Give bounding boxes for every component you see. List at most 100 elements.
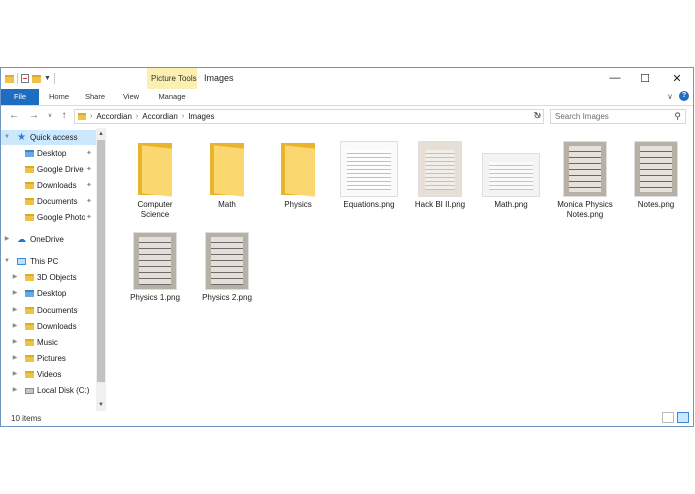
- nav-music[interactable]: ▶ Music: [1, 335, 96, 350]
- breadcrumb-accordian-2[interactable]: Accordian: [142, 112, 178, 121]
- window-title: Images: [204, 73, 234, 83]
- item-name: Physics 1.png: [130, 293, 180, 302]
- address-bar[interactable]: › Accordian › Accordian › Images ∨: [74, 109, 544, 124]
- scroll-down-icon[interactable]: ▼: [97, 400, 105, 410]
- folder-icon: [25, 198, 34, 205]
- item-name: Notes.png: [637, 200, 675, 209]
- customize-toolbar-icon[interactable]: ▼: [44, 75, 51, 82]
- nav-google-drive[interactable]: Google Drive ✦: [1, 162, 96, 177]
- nav-google-photos[interactable]: Google Photos ✦: [1, 210, 96, 225]
- item-name: Computer Science: [137, 200, 173, 219]
- contextual-tab-label: Picture Tools: [151, 74, 197, 83]
- item-name: Equations.png: [343, 200, 395, 209]
- chevron-right-icon: ›: [181, 113, 185, 120]
- item-count: 10 items: [11, 414, 42, 423]
- folder-icon: [25, 214, 34, 221]
- nav-desktop-pinned[interactable]: Desktop ✦: [1, 146, 96, 161]
- chevron-right-icon[interactable]: ▶: [11, 270, 19, 285]
- file-list: Computer Science Math Physics Equations.…: [108, 128, 693, 411]
- nav-downloads-pinned[interactable]: Downloads ✦: [1, 178, 96, 193]
- search-placeholder: Search Images: [555, 112, 609, 121]
- large-icons-view-icon[interactable]: [677, 412, 689, 423]
- new-folder-icon[interactable]: [32, 74, 41, 83]
- maximize-button[interactable]: ☐: [629, 68, 661, 88]
- folder-item[interactable]: Math: [197, 141, 257, 210]
- item-name: Math: [218, 200, 236, 209]
- forward-button[interactable]: →: [27, 109, 41, 123]
- folder-icon: [279, 141, 317, 197]
- chevron-right-icon: ›: [135, 113, 139, 120]
- nav-pictures[interactable]: ▶ Pictures: [1, 351, 96, 366]
- chevron-down-icon[interactable]: ▼: [3, 130, 11, 145]
- chevron-right-icon[interactable]: ▶: [11, 335, 19, 350]
- scroll-up-icon[interactable]: ▲: [97, 129, 105, 139]
- image-thumbnail: [482, 153, 540, 197]
- chevron-right-icon[interactable]: ▶: [11, 367, 19, 382]
- collapse-ribbon-icon[interactable]: ∨: [667, 92, 673, 101]
- chevron-down-icon[interactable]: ▼: [3, 254, 11, 269]
- chevron-right-icon[interactable]: ▶: [11, 286, 19, 301]
- search-input[interactable]: Search Images ⚲: [550, 109, 686, 124]
- nav-documents[interactable]: ▶ Documents: [1, 303, 96, 318]
- pin-icon: ✦: [86, 150, 92, 157]
- chevron-right-icon[interactable]: ▶: [11, 383, 19, 398]
- cloud-icon: ☁: [17, 234, 26, 244]
- image-item[interactable]: Equations.png: [339, 141, 399, 210]
- quick-access-toolbar: ▼: [5, 72, 55, 85]
- image-item[interactable]: Physics 1.png: [125, 232, 185, 303]
- chevron-right-icon[interactable]: ▶: [11, 319, 19, 334]
- folder-icon: [25, 166, 34, 173]
- chevron-right-icon[interactable]: ▶: [11, 303, 19, 318]
- folder-icon: [136, 141, 174, 197]
- help-icon[interactable]: ?: [679, 91, 689, 101]
- breadcrumb-images[interactable]: Images: [188, 112, 214, 121]
- item-name: Hack BI II.png: [414, 200, 466, 209]
- breadcrumb-accordian-1[interactable]: Accordian: [96, 112, 132, 121]
- up-button[interactable]: ↑: [57, 109, 71, 123]
- folder-item[interactable]: Computer Science: [125, 141, 185, 220]
- properties-icon[interactable]: [21, 74, 29, 83]
- navigation-pane: ▼ ★ Quick access Desktop ✦ Google Drive …: [1, 128, 107, 411]
- tab-file[interactable]: File: [1, 89, 39, 105]
- image-item[interactable]: Physics 2.png: [197, 232, 257, 303]
- nav-desktop[interactable]: ▶ Desktop: [1, 286, 96, 301]
- image-item[interactable]: Monica Physics Notes.png: [555, 141, 615, 220]
- nav-downloads[interactable]: ▶ Downloads: [1, 319, 96, 334]
- nav-quick-access[interactable]: ▼ ★ Quick access: [1, 130, 96, 145]
- chevron-right-icon[interactable]: ▶: [11, 351, 19, 366]
- item-name: Monica Physics Notes.png: [557, 200, 613, 219]
- folder-icon: [25, 274, 34, 281]
- nav-videos[interactable]: ▶ Videos: [1, 367, 96, 382]
- recent-locations-button[interactable]: ∨: [43, 109, 57, 123]
- nav-scrollbar-thumb[interactable]: [97, 140, 105, 382]
- item-name: Physics 2.png: [202, 293, 252, 302]
- tab-manage[interactable]: Manage: [151, 89, 193, 105]
- close-button[interactable]: ✕: [661, 68, 693, 88]
- item-name: Math.png: [494, 200, 528, 209]
- back-button[interactable]: ←: [7, 109, 21, 123]
- tab-view[interactable]: View: [117, 89, 145, 105]
- image-thumbnail: [133, 232, 177, 290]
- image-item[interactable]: Notes.png: [626, 141, 686, 210]
- nav-documents-pinned[interactable]: Documents ✦: [1, 194, 96, 209]
- folder-icon: [78, 113, 86, 120]
- blue-folder-icon: [25, 150, 34, 157]
- nav-onedrive[interactable]: ▶ ☁ OneDrive: [1, 232, 96, 247]
- nav-local-disk[interactable]: ▶ Local Disk (C:): [1, 383, 96, 398]
- refresh-button[interactable]: ↻: [531, 109, 544, 124]
- details-view-icon[interactable]: [662, 412, 674, 423]
- folder-item[interactable]: Physics: [268, 141, 328, 210]
- image-item[interactable]: Hack BI II.png: [410, 141, 470, 210]
- tab-share[interactable]: Share: [81, 89, 109, 105]
- image-item[interactable]: Math.png: [481, 141, 541, 210]
- nav-this-pc[interactable]: ▼ This PC: [1, 254, 96, 269]
- image-thumbnail: [563, 141, 607, 197]
- tab-home[interactable]: Home: [45, 89, 73, 105]
- pin-icon: ✦: [86, 214, 92, 221]
- folder-icon: [25, 371, 34, 378]
- chevron-right-icon[interactable]: ▶: [3, 232, 11, 247]
- search-icon[interactable]: ⚲: [674, 110, 681, 123]
- nav-3d-objects[interactable]: ▶ 3D Objects: [1, 270, 96, 285]
- title-bar: ▼ Picture Tools Images — ☐ ✕: [1, 68, 693, 89]
- minimize-button[interactable]: —: [599, 68, 631, 88]
